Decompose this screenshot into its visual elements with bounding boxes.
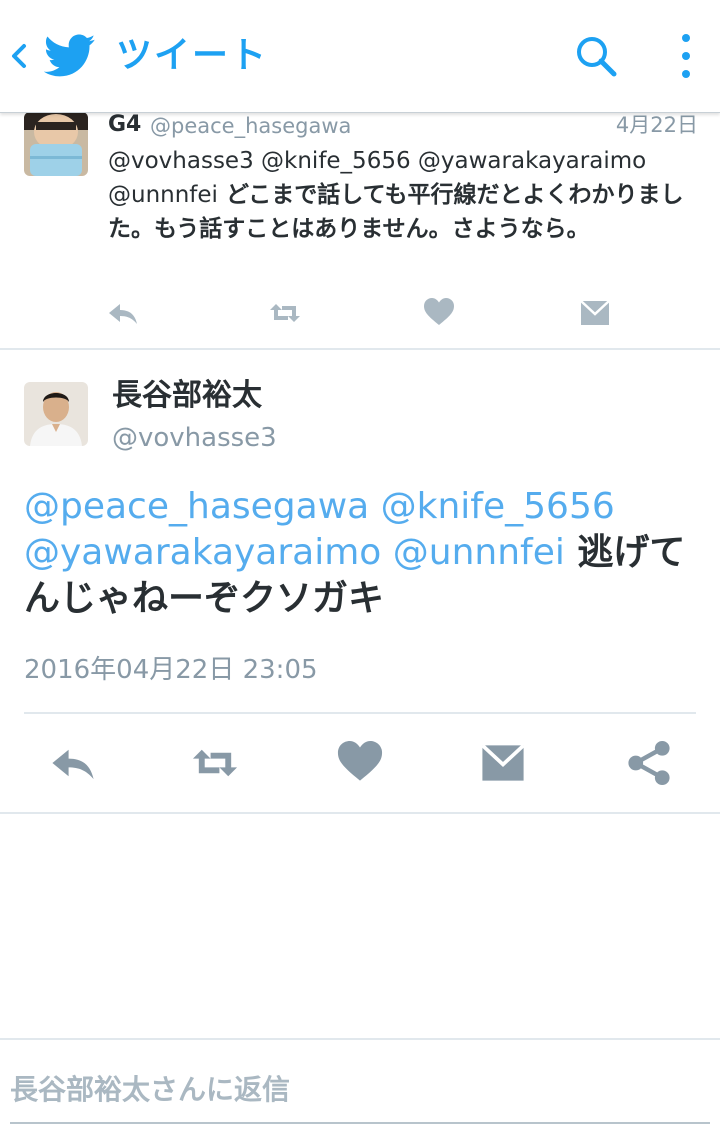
divider [0,812,720,814]
reply-composer [0,1038,720,1136]
dm-icon[interactable] [578,296,612,330]
share-icon[interactable] [624,738,674,788]
top-app-bar: ツイート [0,0,720,113]
divider [24,712,696,714]
timestamp: 4月22日 [615,113,698,137]
page-title: ツイート [116,35,269,76]
tweet-actions [0,738,720,788]
reply-icon[interactable] [106,296,140,330]
search-icon[interactable] [574,34,618,78]
retweet-icon[interactable] [268,296,302,330]
previous-tweet[interactable]: G4 @peace_hasegawa 4月22日 @vovhasse3 @kni… [0,112,720,350]
mentions[interactable]: @peace_hasegawa @knife_5656 @yawarakayar… [24,486,615,573]
reply-input[interactable] [10,1066,710,1112]
display-name[interactable]: G4 [108,112,141,138]
like-icon[interactable] [422,296,456,330]
twitter-bird-icon[interactable] [44,34,96,78]
display-name[interactable]: 長谷部裕太 [112,376,262,416]
username[interactable]: @vovhasse3 [112,420,277,456]
tweet-datetime: 2016年04月22日 23:05 [24,655,318,685]
reply-icon[interactable] [48,738,98,788]
retweet-icon[interactable] [190,738,240,788]
avatar[interactable] [24,382,88,446]
chevron-left-icon[interactable] [6,36,32,76]
tweet-text: @vovhasse3 @knife_5656 @yawarakayaraimo … [108,144,698,246]
like-icon[interactable] [335,738,385,788]
dm-icon[interactable] [478,738,528,788]
more-vertical-icon[interactable] [672,30,700,82]
tweet-text: @peace_hasegawa @knife_5656 @yawarakayar… [24,484,704,622]
username[interactable]: @peace_hasegawa [150,113,351,139]
input-underline [10,1122,710,1124]
avatar[interactable] [24,112,88,176]
tweet-actions [0,296,720,332]
